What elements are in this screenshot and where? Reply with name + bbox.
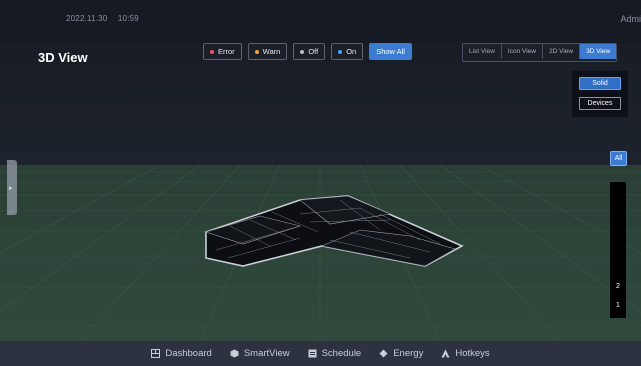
view-mode-tabs: List View Icon View 2D View 3D View [462, 43, 618, 62]
nav-label: Hotkeys [455, 348, 490, 359]
filter-label: On [346, 47, 357, 56]
show-all-button[interactable]: Show All [369, 43, 412, 60]
filter-error-button[interactable]: Error [203, 43, 242, 60]
nav-smartview[interactable]: SmartView [230, 348, 290, 359]
nav-dashboard[interactable]: Dashboard [151, 348, 212, 359]
tab-list-view[interactable]: List View [463, 44, 502, 59]
error-dot-icon [210, 49, 214, 54]
nav-schedule[interactable]: Schedule [308, 348, 362, 359]
energy-icon [379, 349, 388, 358]
filter-label: Error [218, 47, 235, 56]
render-mode-panel: Solid Devices [572, 71, 628, 117]
ground-plane [0, 165, 641, 341]
devices-button[interactable]: Devices [579, 97, 621, 110]
side-panel-toggle[interactable]: ▸ [7, 160, 17, 215]
chevron-right-icon: ▸ [9, 185, 13, 192]
floor-selector: 2 1 [610, 182, 626, 318]
off-dot-icon [300, 49, 305, 54]
nav-label: SmartView [243, 348, 290, 359]
floor-1-button[interactable]: 1 [610, 302, 626, 309]
dashboard-icon [151, 349, 161, 358]
filter-label: Warn [262, 47, 281, 56]
tab-3d-view[interactable]: 3D View [580, 44, 617, 59]
nav-label: Energy [393, 348, 424, 359]
datetime: 2022.11.30 10:59 [66, 14, 147, 23]
top-bar: 2022.11.30 10:59 Admi [0, 0, 641, 44]
schedule-icon [308, 349, 317, 358]
smartview-icon [230, 349, 239, 358]
bottom-nav: Dashboard SmartView Schedule Energy Hotk… [0, 341, 641, 366]
on-dot-icon [338, 49, 343, 54]
tab-2d-view[interactable]: 2D View [542, 44, 581, 59]
nav-hotkeys[interactable]: Hotkeys [441, 348, 490, 359]
solid-button[interactable]: Solid [579, 77, 621, 90]
date-text: 2022.11.30 [66, 14, 108, 23]
floor-2-button[interactable]: 2 [610, 283, 626, 290]
filter-off-button[interactable]: Off [293, 43, 326, 60]
nav-label: Dashboard [165, 348, 212, 359]
hotkeys-icon [441, 349, 450, 358]
tab-icon-view[interactable]: Icon View [501, 44, 543, 59]
warn-dot-icon [254, 49, 259, 54]
nav-label: Schedule [321, 348, 362, 359]
time-text: 10:59 [117, 14, 139, 23]
page-title: 3D View [38, 50, 88, 65]
status-filter-bar: Error Warn Off On Show All [203, 43, 412, 60]
user-name[interactable]: Admi [620, 14, 641, 24]
nav-energy[interactable]: Energy [379, 348, 423, 359]
filter-warn-button[interactable]: Warn [247, 43, 288, 60]
floor-all-button[interactable]: All [610, 151, 627, 166]
filter-label: Off [308, 47, 319, 56]
filter-on-button[interactable]: On [331, 43, 364, 60]
